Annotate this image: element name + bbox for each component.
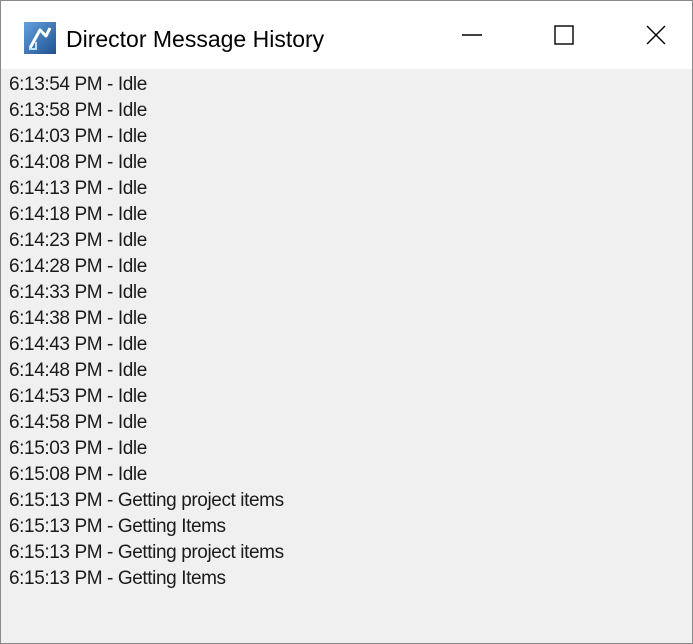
maximize-button[interactable]: [518, 1, 610, 69]
log-entry: 6:14:18 PM - Idle: [9, 204, 147, 225]
message-history-window: Director Message History 6:13:54 PM - Id…: [0, 0, 693, 644]
log-entry: 6:13:54 PM - Idle: [9, 74, 147, 95]
log-entry: 6:14:38 PM - Idle: [9, 308, 147, 329]
log-entry: 6:15:13 PM - Getting project items: [9, 490, 284, 511]
message-log-area[interactable]: 6:13:54 PM - Idle 6:13:58 PM - Idle 6:14…: [1, 69, 692, 643]
close-icon: [646, 25, 666, 45]
log-entry: 6:14:58 PM - Idle: [9, 412, 147, 433]
title-bar[interactable]: Director Message History: [1, 1, 692, 69]
close-button[interactable]: [610, 1, 692, 69]
log-entry: 6:14:53 PM - Idle: [9, 386, 147, 407]
log-entry: 6:14:13 PM - Idle: [9, 178, 147, 199]
log-entry: 6:14:33 PM - Idle: [9, 282, 147, 303]
log-entry: 6:15:13 PM - Getting project items: [9, 542, 284, 563]
minimize-icon: [462, 25, 482, 45]
log-entry: 6:14:23 PM - Idle: [9, 230, 147, 251]
log-entry: 6:14:48 PM - Idle: [9, 360, 147, 381]
log-entry: 6:14:28 PM - Idle: [9, 256, 147, 277]
director-app-icon[interactable]: [24, 22, 56, 54]
log-entry: 6:14:43 PM - Idle: [9, 334, 147, 355]
log-entry: 6:15:13 PM - Getting Items: [9, 568, 226, 589]
log-entry: 6:14:03 PM - Idle: [9, 126, 147, 147]
log-entry: 6:13:58 PM - Idle: [9, 100, 147, 121]
maximize-icon: [554, 25, 574, 45]
log-entry: 6:14:08 PM - Idle: [9, 152, 147, 173]
message-log-list: 6:13:54 PM - Idle 6:13:58 PM - Idle 6:14…: [9, 72, 284, 592]
window-title: Director Message History: [66, 26, 325, 52]
log-entry: 6:15:03 PM - Idle: [9, 438, 147, 459]
log-entry: 6:15:13 PM - Getting Items: [9, 516, 226, 537]
minimize-button[interactable]: [426, 1, 518, 69]
log-entry: 6:15:08 PM - Idle: [9, 464, 147, 485]
